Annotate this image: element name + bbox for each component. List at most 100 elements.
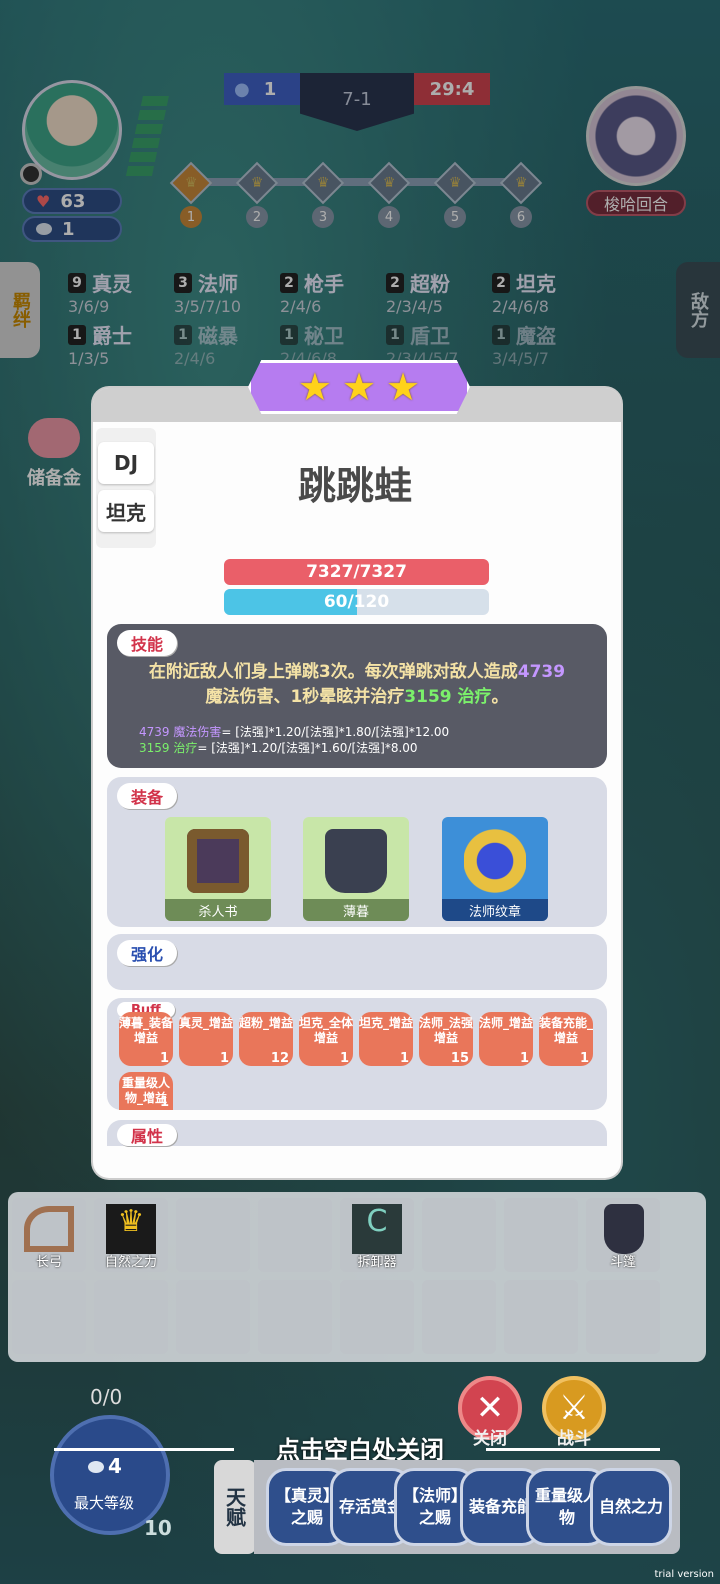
level-label: 最大等级 [74, 1494, 135, 1512]
buff-count: 1 [159, 1095, 169, 1110]
buff-label: 薄暮_装备增益 [119, 1016, 174, 1045]
buff-badge[interactable]: 超粉_增益 12 [239, 1012, 293, 1066]
inventory-item-label: 斗篷 [609, 1255, 636, 1270]
crown-icon: ♛ [106, 1204, 156, 1254]
skill-heal-value: 3159 治疗 [404, 687, 492, 707]
buff-label: 法师_增益 [479, 1016, 534, 1030]
equipment-slot[interactable]: 薄暮 [303, 817, 409, 921]
cloak-icon [325, 829, 387, 893]
equipment-title: 装备 [117, 783, 178, 809]
damage-formula: 4739 魔法伤害= [法强]*1.20/[法强]*1.80/[法强]*12.0… [139, 724, 449, 740]
buff-label: 法师_法强增益 [419, 1016, 474, 1045]
inventory-slot[interactable] [586, 1280, 660, 1354]
buff-label: 真灵_增益 [179, 1016, 234, 1030]
enhance-title: 强化 [117, 940, 178, 966]
unit-name: 跳跳蛙 [297, 464, 412, 508]
swords-icon: ⚔ [558, 1388, 590, 1428]
book-icon [187, 829, 249, 893]
buff-label: 超粉_增益 [239, 1016, 294, 1030]
inventory-slot[interactable] [176, 1198, 250, 1272]
longbow-icon [24, 1206, 74, 1252]
equipment-label: 杀人书 [165, 899, 271, 921]
buff-badge[interactable]: 坦克_全体增益 1 [299, 1012, 353, 1066]
skill-section: 技能 在附近敌人们身上弹跳3次。每次弹跳对敌人造成4739 魔法伤害、1秒晕眩并… [107, 624, 607, 768]
buff-label: 坦克_增益 [359, 1016, 414, 1030]
inventory-slot[interactable] [422, 1280, 496, 1354]
heal-formula: 3159 治疗= [法强]*1.20/[法强]*1.60/[法强]*8.00 [139, 740, 418, 756]
attribute-section: 属性 [107, 1120, 607, 1146]
formula-value: 4739 魔法伤害 [139, 725, 222, 739]
inventory-panel: 长弓 ♛ 自然之力 C 拆卸器 斗篷 [8, 1192, 706, 1362]
buff-badge[interactable]: 法师_法强增益 15 [419, 1012, 473, 1066]
talent-tab[interactable]: 天赋 [214, 1460, 256, 1554]
inventory-slot[interactable] [504, 1198, 578, 1272]
unit-tags: DJ 坦克 [96, 428, 156, 548]
inventory-item-label: 长弓 [35, 1255, 62, 1270]
inventory-slot[interactable]: C 拆卸器 [340, 1198, 414, 1272]
hp-bar: 7327/7327 [224, 559, 489, 585]
equipment-section: 装备 杀人书 薄暮 法师纹章 [107, 777, 607, 927]
inventory-slot[interactable] [258, 1280, 332, 1354]
buff-count: 1 [579, 1051, 589, 1066]
buff-section: Buff 薄暮_装备增益 1 真灵_增益 1 超粉_增益 12 坦克_全体增益 1 坦克… [107, 998, 607, 1110]
equipment-label: 薄暮 [303, 899, 409, 921]
talent-bar: 【真灵】之赐 存活赏金 【法师】之赐 装备充能 重量级人物 自然之力 [254, 1460, 680, 1554]
buff-label: 坦克_全体增益 [299, 1016, 354, 1045]
formula-text: = [法强]*1.20/[法强]*1.80/[法强]*12.00 [221, 725, 450, 739]
buff-badge[interactable]: 坦克_增益 1 [359, 1012, 413, 1066]
inventory-slot[interactable] [422, 1198, 496, 1272]
buff-badge[interactable]: 法师_增益 1 [479, 1012, 533, 1066]
buff-badge[interactable]: 真灵_增益 1 [179, 1012, 233, 1066]
inventory-slot[interactable] [12, 1280, 86, 1354]
equipment-slot[interactable]: 法师纹章 [442, 817, 548, 921]
unit-tag: 坦克 [98, 490, 154, 532]
formula-text: = [法强]*1.20/[法强]*1.60/[法强]*8.00 [197, 741, 418, 755]
remover-icon: C [352, 1204, 402, 1254]
skill-desc-text: 魔法伤害、1秒晕眩并治疗 [205, 687, 405, 707]
emblem-icon [464, 829, 526, 893]
cloak-icon [604, 1204, 644, 1254]
buff-badge[interactable]: 装备充能_增益 1 [539, 1012, 593, 1066]
attribute-title: 属性 [117, 1124, 178, 1146]
mana-bar: 60/120 [224, 589, 489, 615]
buff-count: 1 [519, 1051, 529, 1066]
skill-desc-text: 在附近敌人们身上弹跳3次。每次弹跳对敌人造成 [148, 662, 518, 682]
unit-tag: DJ [98, 442, 154, 484]
equipment-slot[interactable]: 杀人书 [165, 817, 271, 921]
formula-value: 3159 治疗 [139, 741, 198, 755]
inventory-slot[interactable] [504, 1280, 578, 1354]
star-icon: ★ [386, 365, 421, 409]
skill-description: 在附近敌人们身上弹跳3次。每次弹跳对敌人造成4739 魔法伤害、1秒晕眩并治疗3… [127, 660, 587, 710]
inventory-slot[interactable]: 斗篷 [586, 1198, 660, 1272]
inventory-slot[interactable] [94, 1280, 168, 1354]
buff-count: 1 [339, 1051, 349, 1066]
buff-count: 15 [450, 1051, 469, 1066]
talent-item[interactable]: 自然之力 [590, 1468, 672, 1546]
skill-desc-text: 。 [491, 687, 509, 707]
star-icon: ★ [297, 365, 332, 409]
inventory-slot[interactable] [258, 1198, 332, 1272]
watermark: trial version [654, 1569, 714, 1580]
close-icon: ✕ [475, 1388, 505, 1428]
equipment-label: 法师纹章 [442, 899, 548, 921]
enhance-section: 强化 [107, 934, 607, 990]
inventory-slot[interactable] [340, 1280, 414, 1354]
buff-badge[interactable]: 重量级人物_增益 1 [119, 1072, 173, 1110]
hp-text: 7327/7327 [306, 562, 407, 582]
inventory-item-label: 自然之力 [104, 1255, 157, 1270]
inventory-slot[interactable]: ♛ 自然之力 [94, 1198, 168, 1272]
buff-count: 12 [270, 1051, 289, 1066]
inventory-slot[interactable]: 长弓 [12, 1198, 86, 1272]
buff-count: 1 [159, 1051, 169, 1066]
buff-label: 装备充能_增益 [539, 1016, 594, 1045]
buff-count: 1 [219, 1051, 229, 1066]
level-number: 10 [144, 1516, 172, 1540]
level-progress: 0/0 [90, 1385, 123, 1409]
buff-badge[interactable]: 薄暮_装备增益 1 [119, 1012, 173, 1066]
inventory-item-label: 拆卸器 [357, 1255, 397, 1270]
inventory-slot[interactable] [176, 1280, 250, 1354]
star-banner: ★ ★ ★ [248, 360, 470, 414]
mana-text: 60/120 [323, 592, 390, 612]
skill-damage-value: 4739 [517, 662, 566, 682]
buff-count: 1 [399, 1051, 409, 1066]
